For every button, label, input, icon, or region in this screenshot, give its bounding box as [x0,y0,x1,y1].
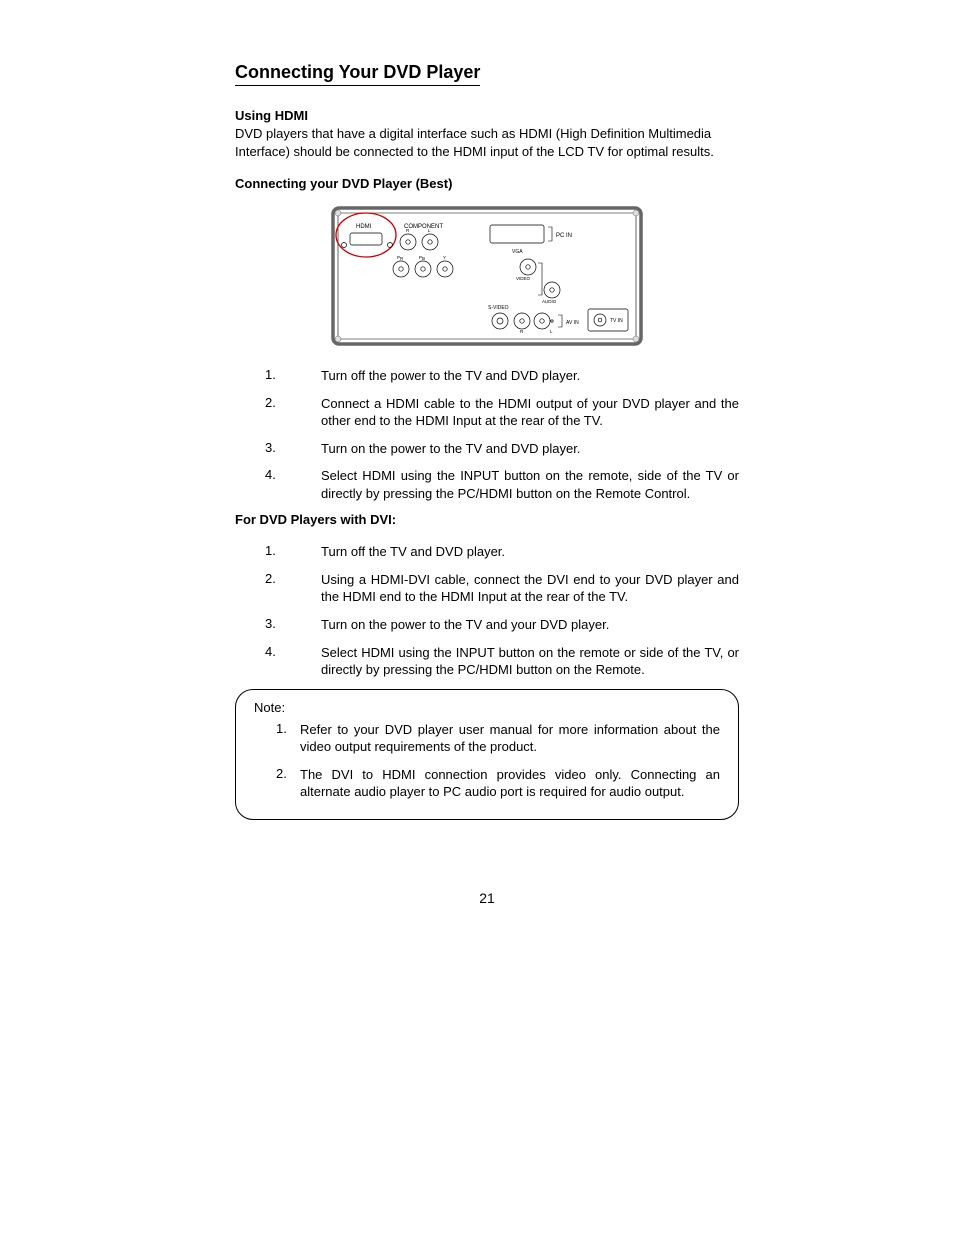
section-heading-best: Connecting your DVD Player (Best) [235,176,739,191]
label-vga: VGA [512,249,523,255]
label-svideo: S-VIDEO [488,305,509,311]
label-video: VIDEO [516,276,531,281]
svg-text:PB: PB [419,255,425,261]
list-item: 2.The DVI to HDMI connection provides vi… [276,766,720,801]
svg-text:PR: PR [397,255,404,261]
note-box: Note: 1.Refer to your DVD player user ma… [235,689,739,820]
paragraph-hdmi: DVD players that have a digital interfac… [235,125,739,160]
list-item: 1.Refer to your DVD player user manual f… [276,721,720,756]
svg-text:Y: Y [443,255,446,260]
note-label: Note: [254,700,720,715]
label-hdmi: HDMI [356,224,372,230]
list-item: 1.Turn off the power to the TV and DVD p… [265,367,739,385]
highlight-circle-icon [336,213,396,257]
note-list: 1.Refer to your DVD player user manual f… [254,721,720,801]
rear-panel-diagram: HDMI COMPONENT R L PR PB Y [235,205,739,347]
section-heading-hdmi: Using HDMI [235,108,739,123]
label-avin: AV IN [566,320,579,326]
list-item: 3.Turn on the power to the TV and DVD pl… [265,440,739,458]
label-pcin: PC IN [556,233,572,239]
page-number: 21 [235,890,739,906]
svg-text:R: R [520,329,524,334]
label-component: COMPONENT [404,224,443,230]
document-page: Connecting Your DVD Player Using HDMI DV… [0,0,954,946]
label-audio: AUDIO [542,299,557,304]
steps-list-best: 1.Turn off the power to the TV and DVD p… [235,367,739,502]
list-item: 1.Turn off the TV and DVD player. [265,543,739,561]
section-heading-dvi: For DVD Players with DVI: [235,512,739,527]
list-item: 3.Turn on the power to the TV and your D… [265,616,739,634]
steps-list-dvi: 1.Turn off the TV and DVD player. 2.Usin… [235,543,739,678]
label-tvin: TV IN [610,318,623,324]
svg-text:L: L [550,329,553,334]
list-item: 2.Using a HDMI-DVI cable, connect the DV… [265,571,739,606]
page-title: Connecting Your DVD Player [235,62,480,86]
list-item: 4.Select HDMI using the INPUT button on … [265,467,739,502]
list-item: 4.Select HDMI using the INPUT button on … [265,644,739,679]
list-item: 2.Connect a HDMI cable to the HDMI outpu… [265,395,739,430]
